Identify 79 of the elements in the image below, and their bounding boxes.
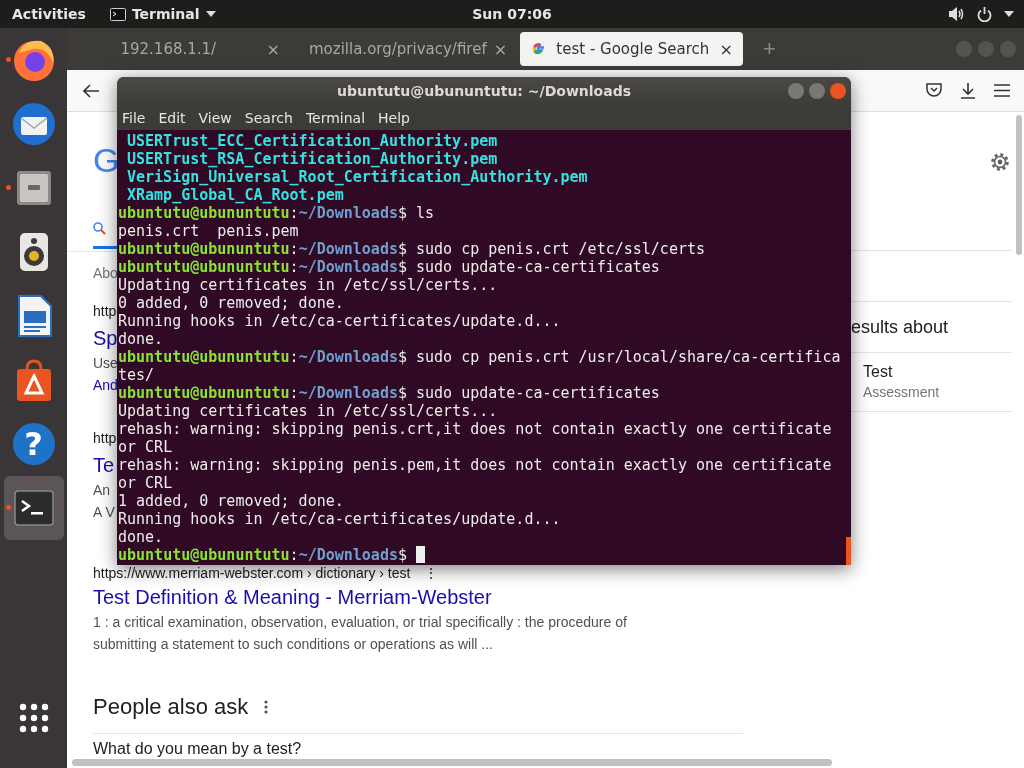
power-icon[interactable] xyxy=(977,6,992,22)
pocket-icon[interactable] xyxy=(926,83,942,98)
question-item[interactable]: What do you mean by a test? xyxy=(93,740,851,758)
scrollbar-thumb[interactable] xyxy=(846,537,851,565)
topic-title[interactable]: Test xyxy=(863,362,1024,382)
panel-heading: esults about xyxy=(851,316,949,338)
terminal-output: or CRL xyxy=(117,438,174,456)
google-g-icon xyxy=(530,41,546,57)
dock-item[interactable]: ? xyxy=(3,412,64,476)
app-grid-icon xyxy=(18,703,49,733)
prompt-line: ubuntutu@ubununtutu:~/Downloads$ ls xyxy=(118,204,435,222)
activities-button[interactable]: Activities xyxy=(12,6,86,22)
help-icon: ? xyxy=(12,423,55,465)
result-snippet: An xyxy=(93,482,111,498)
result-snippet: 1 : a critical examination, observation, evaluation, or trial specifically : the procedure of submitting a statement to such conditions or operations as will ... xyxy=(93,614,627,652)
menu-item[interactable]: Search xyxy=(244,109,293,126)
terminal-output: Updating certificates in /etc/ssl/certs... xyxy=(117,402,499,420)
clock[interactable]: Sun 07:06 xyxy=(472,6,552,22)
menu-item[interactable]: Terminal xyxy=(305,109,366,126)
terminal-output: done. xyxy=(117,528,165,546)
file-listing: USERTrust_ECC_Certification_Authority.pem xyxy=(126,132,499,150)
terminal-output: 1 added, 0 removed; done. xyxy=(117,492,345,510)
file-listing: USERTrust_RSA_Certification_Authority.pem xyxy=(126,150,499,168)
menu-icon[interactable] xyxy=(994,84,1010,97)
section-heading: People also ask xyxy=(93,693,249,721)
menu-item[interactable]: Edit xyxy=(158,109,186,126)
more-options-icon[interactable] xyxy=(264,700,269,714)
file-listing: VeriSign_Universal_Root_Certification_Authority.pem xyxy=(126,168,589,186)
caret-icon[interactable] xyxy=(1004,11,1014,17)
back-arrow-icon[interactable] xyxy=(83,83,99,98)
window-title: ubuntutu@ubununtutu: ~/Downloads xyxy=(336,83,632,99)
terminal-icon xyxy=(109,7,126,21)
vertical-scrollbar[interactable] xyxy=(1016,115,1022,255)
terminal-output: 0 added, 0 removed; done. xyxy=(117,294,345,312)
app-menu[interactable]: Terminal xyxy=(131,6,200,22)
result-snippet: Use xyxy=(93,355,118,371)
terminal-output: or CRL xyxy=(117,474,174,492)
result-title-link[interactable]: Te xyxy=(93,454,115,476)
mail-icon xyxy=(10,101,57,147)
terminal-output: penis.crt penis.pem xyxy=(117,222,300,240)
result-url: http xyxy=(93,302,117,321)
terminal-output: done. xyxy=(117,330,165,348)
logo[interactable]: G xyxy=(93,141,120,179)
topic-subtitle: Assessment xyxy=(863,383,941,402)
maximize-button[interactable] xyxy=(809,83,825,99)
download-icon[interactable] xyxy=(960,82,976,99)
prompt-line: ubuntutu@ubununtutu:~/Downloads$ sudo update-ca-certificates xyxy=(118,258,660,276)
menu-item[interactable]: Help xyxy=(378,109,410,126)
result-title-link[interactable]: Sp xyxy=(93,327,118,349)
search-icon[interactable] xyxy=(93,222,106,235)
terminal-output: tes/ xyxy=(117,366,156,384)
more-options-button[interactable]: ⋮ xyxy=(424,563,439,583)
terminal-output: Running hooks in /etc/ca-certificates/update.d... xyxy=(117,510,562,528)
caret-icon xyxy=(205,11,216,17)
terminal-output: Running hooks in /etc/ca-certificates/update.d... xyxy=(117,312,562,330)
close-button[interactable] xyxy=(830,83,846,99)
menu-item[interactable]: View xyxy=(198,109,232,126)
result-stats: Abo xyxy=(93,265,118,281)
prompt-line: ubuntutu@ubununtutu:~/Downloads$ sudo update-ca-certificates xyxy=(118,384,660,402)
terminal-output: rehash: warning: skipping penis.crt,it does not contain exactly one certificate xyxy=(117,420,833,438)
volume-icon[interactable] xyxy=(949,7,965,21)
prompt-line: ubuntutu@ubununtutu:~/Downloads$ sudo cp penis.crt /usr/local/share/ca-certifica xyxy=(118,348,841,366)
menu-item[interactable]: File xyxy=(122,109,146,126)
settings-icon[interactable] xyxy=(989,151,1011,173)
prompt-line: ubuntutu@ubununtutu:~/Downloads$ sudo cp penis.crt /etc/ssl/certs xyxy=(118,240,705,258)
file-listing: XRamp_Global_CA_Root.pem xyxy=(126,186,345,204)
terminal-output: rehash: warning: skipping penis.pem,it does not contain exactly one certificate xyxy=(117,456,833,474)
result-title-link[interactable]: Test Definition & Meaning - Merriam-Webster xyxy=(93,586,492,608)
result-url: http xyxy=(93,429,117,448)
minimize-button[interactable] xyxy=(788,83,804,99)
prompt-line: ubuntutu@ubununtutu:~/Downloads$ xyxy=(118,546,407,564)
browser-tab[interactable]: mozilla.org/privacy/firef × xyxy=(292,32,515,66)
browser-tab[interactable]: 192.168.1.1/ × xyxy=(67,32,290,66)
result-snippet: A V xyxy=(93,504,115,520)
terminal-output: Updating certificates in /etc/ssl/certs... xyxy=(117,276,499,294)
browser-tab[interactable]: test - Google Search × xyxy=(520,32,743,66)
result-url: https://www.merriam-webster.com › dictionary › test xyxy=(93,564,411,583)
horizontal-scrollbar[interactable] xyxy=(72,759,832,766)
result-link[interactable]: And xyxy=(93,377,118,393)
